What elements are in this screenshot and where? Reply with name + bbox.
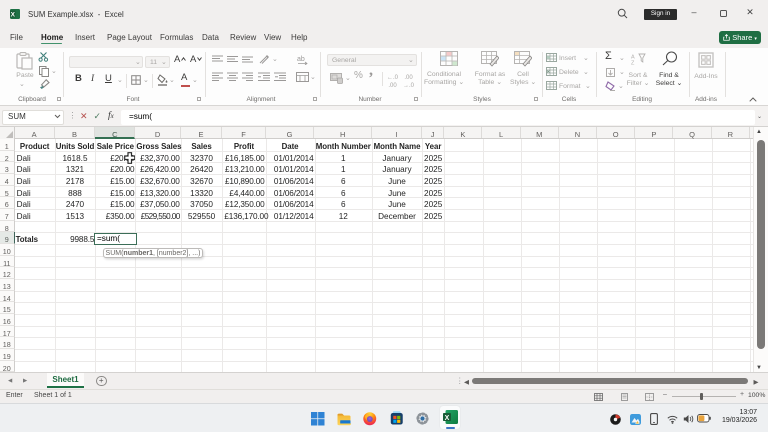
svg-text:X: X bbox=[11, 12, 16, 19]
svg-text:X: X bbox=[444, 414, 449, 421]
svg-text:Z: Z bbox=[631, 60, 635, 65]
svg-text:ab: ab bbox=[297, 56, 305, 63]
